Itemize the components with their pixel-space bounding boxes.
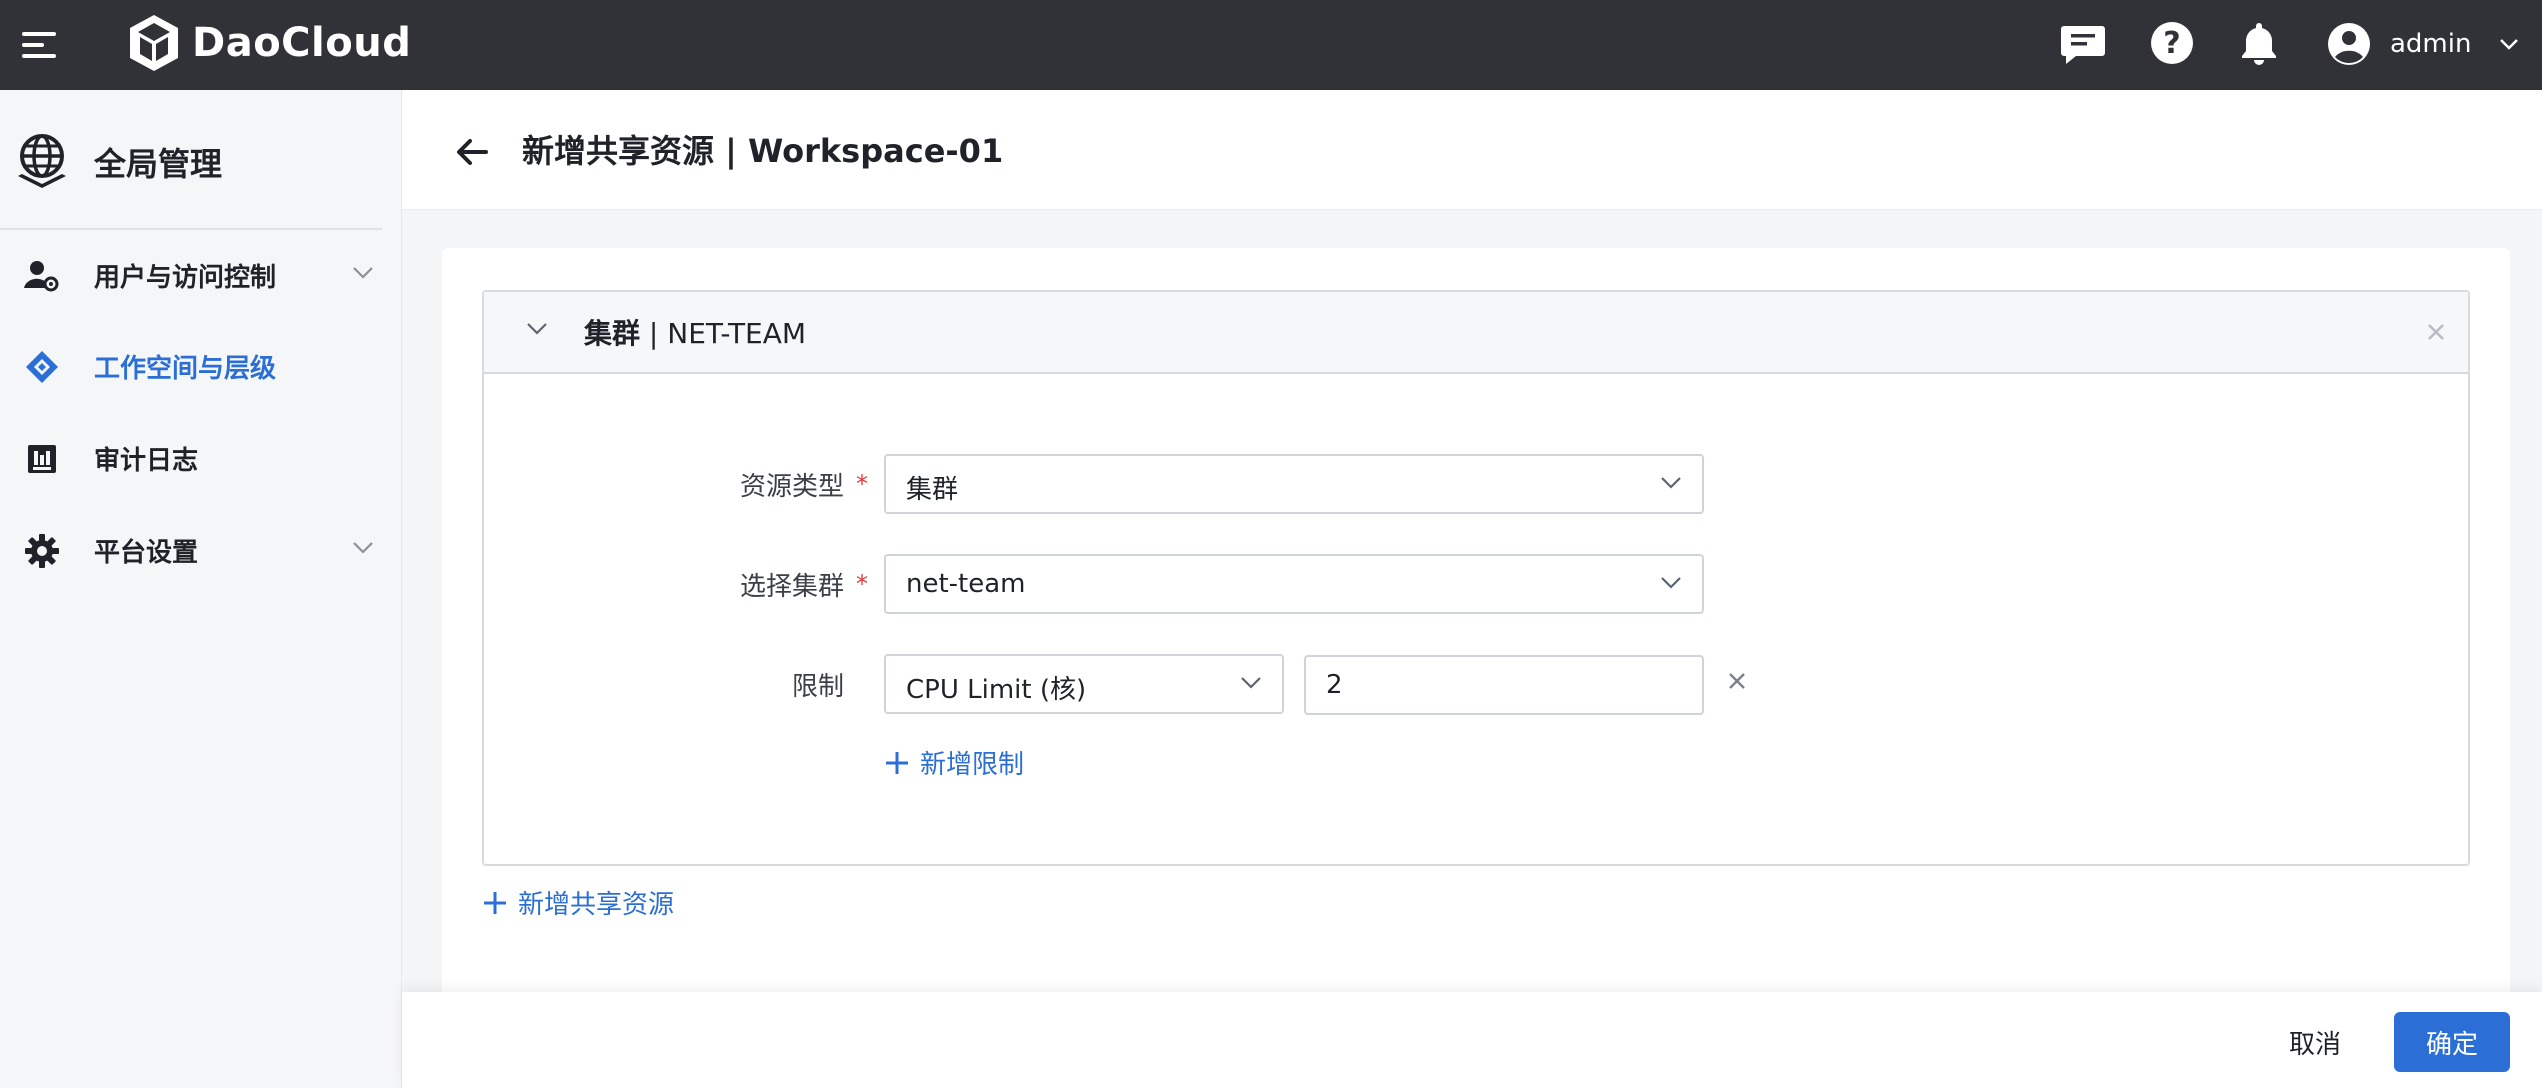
footer-bar	[402, 992, 2542, 1088]
brand-name: DaoCloud	[192, 20, 412, 66]
sidebar-item-audit-log[interactable]: 审计日志	[0, 423, 402, 493]
panel-title: 集群 | NET-TEAM	[584, 312, 806, 352]
resource-type-value: 集群	[906, 475, 959, 505]
globe-icon	[18, 134, 66, 188]
sidebar: 全局管理 用户与访问控制 工作空间与层级 审计日志 平台设置	[0, 90, 402, 1088]
sidebar-title: 全局管理	[94, 145, 223, 183]
sidebar-item-workspace[interactable]: 工作空间与层级	[0, 331, 402, 401]
panel-title-suffix: | NET-TEAM	[640, 317, 807, 350]
gear-icon	[25, 534, 59, 568]
sidebar-header: 全局管理	[14, 130, 222, 194]
menu-icon[interactable]	[20, 24, 62, 66]
sidebar-divider	[0, 228, 382, 230]
sidebar-item-label: 工作空间与层级	[94, 353, 277, 384]
chevron-down-icon	[353, 542, 373, 554]
sidebar-item-label: 平台设置	[94, 537, 199, 568]
message-icon[interactable]	[2058, 18, 2108, 68]
user-name: admin	[2390, 29, 2472, 59]
limit-amount-input[interactable]	[1304, 655, 1704, 715]
page-title: 新增共享资源 | Workspace-01	[522, 132, 1004, 170]
close-icon[interactable]	[2420, 316, 2452, 348]
user-avatar-icon	[2328, 23, 2370, 65]
limit-type-value: CPU Limit (核)	[906, 675, 1087, 705]
audit-log-icon	[28, 445, 56, 473]
brand-logo[interactable]: DaoCloud	[126, 10, 411, 76]
sidebar-item-user-access[interactable]: 用户与访问控制	[0, 240, 402, 310]
add-limit-label: 新增限制	[920, 750, 1025, 780]
daocloud-logo-icon	[130, 15, 178, 71]
chevron-down-icon	[1661, 477, 1681, 489]
help-icon[interactable]: ?	[2147, 18, 2197, 68]
confirm-button[interactable]: 确定	[2394, 1012, 2510, 1072]
sidebar-item-label: 审计日志	[94, 445, 199, 476]
top-bar: DaoCloud ? admin	[0, 0, 2542, 90]
limit-label: 限制	[791, 672, 844, 702]
bell-icon[interactable]	[2234, 18, 2284, 68]
chevron-down-icon	[1241, 677, 1261, 689]
panel-title-prefix: 集群	[584, 317, 641, 350]
required-mark: *	[856, 570, 868, 598]
add-limit-button[interactable]: 新增限制	[884, 744, 1024, 781]
chevron-down-icon	[1661, 577, 1681, 589]
sidebar-item-platform-settings[interactable]: 平台设置	[0, 515, 402, 585]
chevron-down-icon	[353, 267, 373, 279]
plus-icon	[484, 891, 506, 914]
back-arrow-icon[interactable]	[452, 132, 492, 172]
chevron-down-icon	[2500, 39, 2519, 50]
cluster-label: 选择集群	[739, 572, 844, 602]
required-mark: *	[856, 470, 868, 498]
user-settings-icon	[24, 261, 59, 292]
panel-header[interactable]: 集群 | NET-TEAM	[484, 292, 2468, 374]
add-shared-resource-button[interactable]: 新增共享资源	[482, 884, 674, 921]
cluster-select[interactable]: net-team	[884, 554, 1704, 614]
limit-type-select[interactable]: CPU Limit (核)	[884, 654, 1284, 714]
svg-text:?: ?	[2163, 26, 2180, 61]
resource-type-select[interactable]: 集群	[884, 454, 1704, 514]
sidebar-item-label: 用户与访问控制	[94, 262, 277, 293]
chevron-down-icon[interactable]	[526, 322, 548, 336]
cluster-value: net-team	[906, 569, 1026, 599]
remove-limit-icon[interactable]	[1722, 666, 1752, 696]
resource-type-label: 资源类型	[739, 472, 844, 502]
user-menu[interactable]: admin	[2326, 14, 2519, 74]
add-shared-resource-label: 新增共享资源	[518, 890, 675, 920]
plus-icon	[886, 751, 908, 774]
cancel-button[interactable]: 取消	[2262, 1014, 2368, 1070]
workspace-icon	[26, 351, 58, 383]
